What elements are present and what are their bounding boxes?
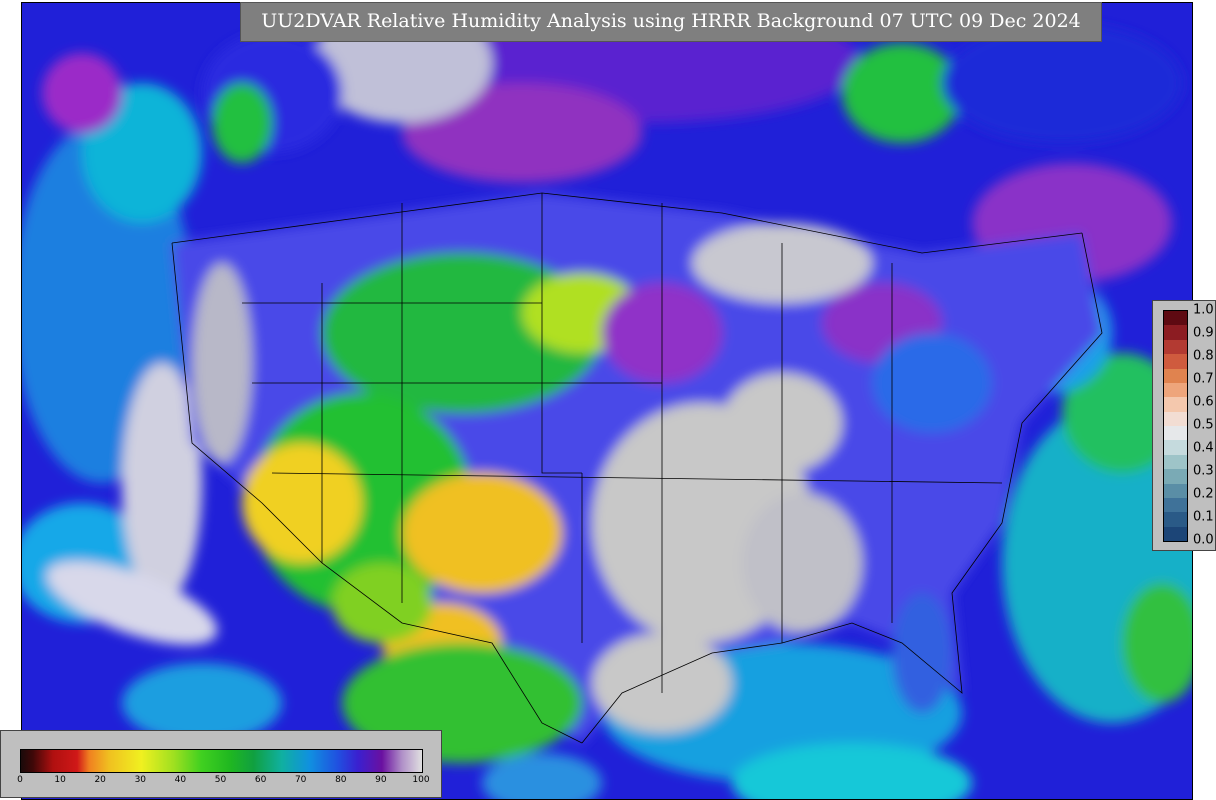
humidity-map [22, 3, 1192, 799]
ratio-swatch [1164, 526, 1187, 541]
rh-tick-label: 90 [375, 775, 387, 785]
ratio-swatch [1164, 354, 1187, 369]
ratio-tick-label: 0.9 [1193, 325, 1214, 341]
ratio-tick-label: 0.7 [1193, 371, 1214, 387]
ratio-swatch [1164, 454, 1187, 470]
ratio-swatch [1164, 426, 1187, 441]
ratio-swatch [1164, 469, 1187, 484]
map-panel [21, 2, 1193, 800]
ratio-swatch [1164, 483, 1187, 498]
ratio-tick-label: 0.8 [1193, 348, 1214, 364]
rh-tick-label: 40 [174, 775, 187, 785]
rh-tick-label: 20 [94, 775, 106, 785]
ratio-tick-label: 0.2 [1193, 486, 1214, 502]
rh-tick-label: 100 [412, 775, 430, 785]
ratio-tick-label: 0.4 [1193, 440, 1214, 456]
ratio-tick-label: 0.0 [1193, 532, 1214, 548]
ratio-tick-label: 0.1 [1193, 509, 1214, 525]
rh-tick-label: 70 [294, 775, 307, 785]
rh-tick-label: 0 [17, 775, 23, 785]
ratio-swatch [1164, 325, 1187, 340]
ratio-swatch [1164, 440, 1187, 455]
ratio-tick-label: 0.5 [1193, 417, 1214, 433]
rh-colorbar-gradient [20, 749, 423, 773]
ratio-tick-label: 0.3 [1193, 463, 1214, 479]
map-title: UU2DVAR Relative Humidity Analysis using… [240, 2, 1102, 42]
ratio-tick-label: 1.0 [1193, 302, 1214, 318]
ratio-swatch [1164, 382, 1187, 398]
rh-tick-label: 50 [214, 775, 227, 785]
ratio-colorbar: 1.0 0.9 0.8 0.7 0.6 0.5 0.4 0.3 0.2 0.1 0.0 [1152, 300, 1216, 551]
ratio-swatch [1164, 512, 1187, 527]
rh-tick-label: 80 [335, 775, 347, 785]
ratio-tick-label: 0.6 [1193, 394, 1214, 410]
ratio-swatch [1164, 339, 1187, 355]
ratio-swatch [1164, 368, 1187, 383]
rh-tick-label: 10 [54, 775, 66, 785]
rh-colorbar: 0 10 20 30 40 50 60 70 80 90 100 [0, 730, 442, 798]
ratio-colorbar-swatches [1163, 310, 1188, 542]
rh-tick-label: 30 [134, 775, 147, 785]
ratio-swatch [1164, 397, 1187, 412]
ratio-swatch [1164, 311, 1187, 326]
ratio-swatch [1164, 411, 1187, 426]
rh-tick-label: 60 [254, 775, 267, 785]
ratio-swatch [1164, 497, 1187, 513]
